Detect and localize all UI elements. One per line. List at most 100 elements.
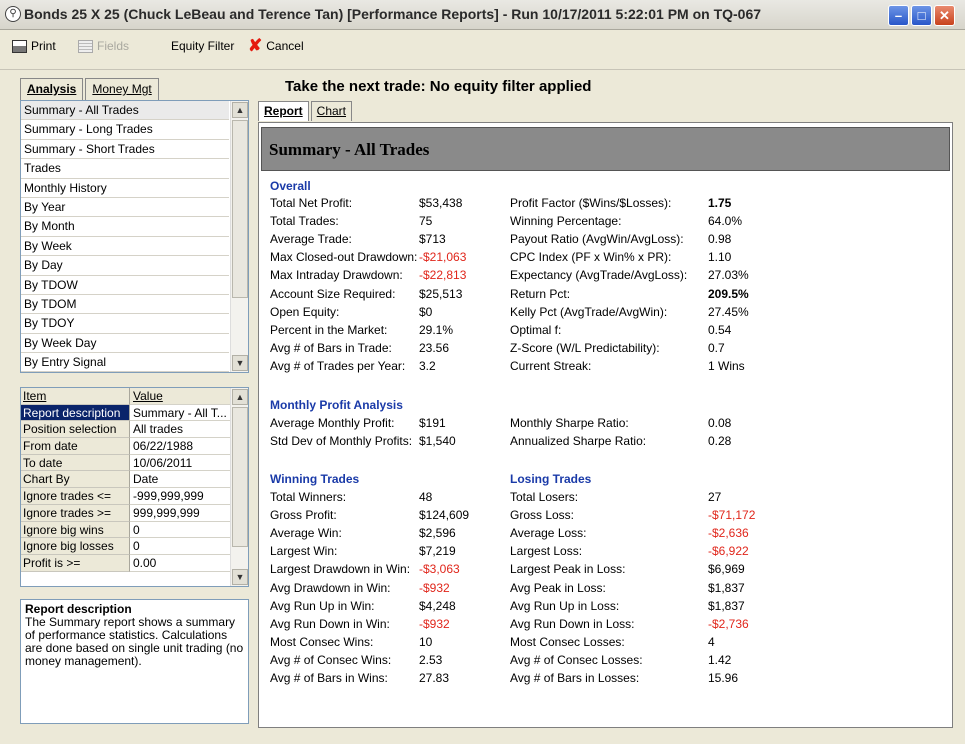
property-value[interactable]: All trades	[130, 421, 231, 439]
stat-value: 27	[708, 490, 722, 504]
stat-value: -$22,813	[419, 268, 467, 283]
scroll-down-icon[interactable]: ▼	[232, 355, 248, 371]
property-value[interactable]: Summary - All T...	[130, 405, 231, 422]
scroll-up-icon[interactable]: ▲	[232, 102, 248, 118]
equity-filter-button[interactable]: Equity Filter	[171, 39, 234, 53]
property-value[interactable]: -999,999,999	[130, 488, 231, 505]
report-list-item[interactable]: By TDOM	[21, 295, 229, 315]
report-list-item[interactable]: By Month	[21, 217, 229, 237]
property-value[interactable]: Date	[130, 471, 231, 489]
property-row[interactable]: Chart By Date	[21, 471, 231, 489]
scroll-thumb[interactable]	[232, 120, 248, 298]
stat-label: Total Trades:	[270, 214, 339, 229]
section-losing: Losing Trades	[510, 472, 592, 486]
property-row[interactable]: Ignore big losses 0	[21, 538, 231, 555]
property-value[interactable]: 0	[130, 522, 231, 539]
report-list-item[interactable]: By Day	[21, 256, 229, 276]
property-key: Ignore big wins	[21, 521, 130, 539]
report-list[interactable]: Summary - All Trades Summary - Long Trade…	[20, 100, 249, 373]
report-list-item[interactable]: By Year	[21, 198, 229, 218]
title-bar[interactable]: ⚲ Bonds 25 X 25 (Chuck LeBeau and Terenc…	[0, 0, 965, 30]
report-list-item[interactable]: By Entry Signal	[21, 353, 229, 372]
stat-value: 1.10	[708, 250, 732, 265]
headline: Take the next trade: No equity filter ap…	[285, 78, 592, 95]
property-value[interactable]: 999,999,999	[130, 505, 231, 522]
stat-value: 15.96	[708, 671, 739, 685]
stat-value: $1,540	[419, 434, 456, 449]
report-list-scrollbar[interactable]: ▲ ▼	[230, 101, 248, 372]
property-grid-header: Item Value	[21, 388, 231, 405]
stat-value: 3.2	[419, 358, 436, 373]
report-list-item[interactable]: Summary - Long Trades	[21, 120, 229, 140]
cancel-button[interactable]: ✘ Cancel	[248, 37, 304, 54]
property-row[interactable]: Profit is >= 0.00	[21, 554, 231, 572]
stat-label: Avg # of Consec Losses:	[510, 652, 643, 667]
stat-value: 4	[708, 634, 715, 649]
stat-value: $25,513	[419, 286, 463, 301]
stat-value: -$2,736	[708, 616, 749, 631]
stat-value: -$3,063	[419, 562, 460, 577]
property-row[interactable]: From date 06/22/1988	[21, 438, 231, 455]
stat-value: $7,219	[419, 544, 456, 559]
stat-value: -$71,172	[708, 508, 756, 523]
property-row[interactable]: Report description Summary - All T...	[21, 404, 231, 422]
window-title: Bonds 25 X 25 (Chuck LeBeau and Terence …	[24, 6, 762, 22]
stat-label: Max Closed-out Drawdown:	[270, 250, 418, 265]
property-row[interactable]: Ignore big wins 0	[21, 521, 231, 539]
report-list-item[interactable]: By Week Day	[21, 334, 229, 354]
stat-value: $2,596	[419, 526, 456, 541]
property-value[interactable]: 10/06/2011	[130, 455, 231, 472]
scroll-down-icon[interactable]: ▼	[232, 569, 248, 585]
stat-value: $53,438	[419, 196, 463, 210]
stat-label: Largest Win:	[270, 544, 338, 559]
stat-label: Avg Run Up in Loss:	[510, 598, 620, 613]
property-grid-scrollbar[interactable]: ▲ ▼	[230, 388, 248, 586]
report-list-item[interactable]: By TDOW	[21, 276, 229, 295]
property-value[interactable]: 0	[130, 538, 231, 555]
property-row[interactable]: Ignore trades <= -999,999,999	[21, 488, 231, 505]
tab-money-mgt[interactable]: Money Mgt	[85, 78, 159, 100]
scroll-thumb[interactable]	[232, 407, 248, 547]
stat-value: $191	[419, 416, 446, 430]
stat-label: Avg Peak in Loss:	[510, 580, 606, 595]
stat-value: 27.03%	[708, 268, 749, 283]
property-value[interactable]: 0.00	[130, 555, 231, 572]
report-title: Summary - All Trades	[269, 140, 430, 159]
stat-value: 0.08	[708, 416, 732, 430]
stat-label: Avg # of Consec Wins:	[270, 652, 392, 667]
stat-label: Total Net Profit:	[270, 196, 353, 210]
scroll-up-icon[interactable]: ▲	[232, 389, 248, 405]
property-row[interactable]: Position selection All trades	[21, 421, 231, 439]
property-row[interactable]: To date 10/06/2011	[21, 454, 231, 472]
property-row[interactable]: Ignore trades >= 999,999,999	[21, 504, 231, 522]
report-list-item[interactable]: Monthly History	[21, 179, 229, 198]
stat-label: Avg # of Bars in Losses:	[510, 671, 640, 685]
report-list-item[interactable]: By Week	[21, 237, 229, 257]
stat-label: Return Pct:	[510, 286, 571, 301]
fields-label: Fields	[97, 39, 130, 53]
property-key: Profit is >=	[21, 554, 130, 572]
close-button[interactable]: ✕	[934, 5, 955, 26]
report-list-item[interactable]: Trades	[21, 159, 229, 179]
maximize-button[interactable]: □	[911, 5, 932, 26]
item-column-header[interactable]: Item	[21, 388, 130, 405]
tab-analysis[interactable]: Analysis	[20, 78, 84, 100]
property-value[interactable]: 06/22/1988	[130, 438, 231, 455]
stat-label: Profit Factor ($Wins/$Losses):	[510, 196, 672, 210]
stat-label: Avg # of Bars in Wins:	[270, 671, 388, 685]
report-header: Summary - All Trades	[261, 127, 950, 171]
value-column-header[interactable]: Value	[130, 388, 231, 405]
report-list-item[interactable]: Summary - All Trades	[21, 101, 229, 121]
fields-button[interactable]: Fields	[78, 39, 129, 53]
tab-chart[interactable]: Chart	[310, 101, 353, 121]
minimize-button[interactable]: –	[888, 5, 909, 26]
property-rows: Report description Summary - All T... Posi…	[21, 404, 248, 572]
report-list-item[interactable]: Summary - Short Trades	[21, 140, 229, 160]
print-button[interactable]: Print	[12, 39, 56, 53]
stat-value: 23.56	[419, 340, 450, 355]
property-grid[interactable]: Item Value Report description Summary - A…	[20, 387, 249, 587]
tab-report[interactable]: Report	[258, 101, 309, 121]
stat-value: -$932	[419, 580, 450, 595]
stat-label: Avg Run Up in Win:	[270, 598, 375, 613]
report-list-item[interactable]: By TDOY	[21, 314, 229, 334]
